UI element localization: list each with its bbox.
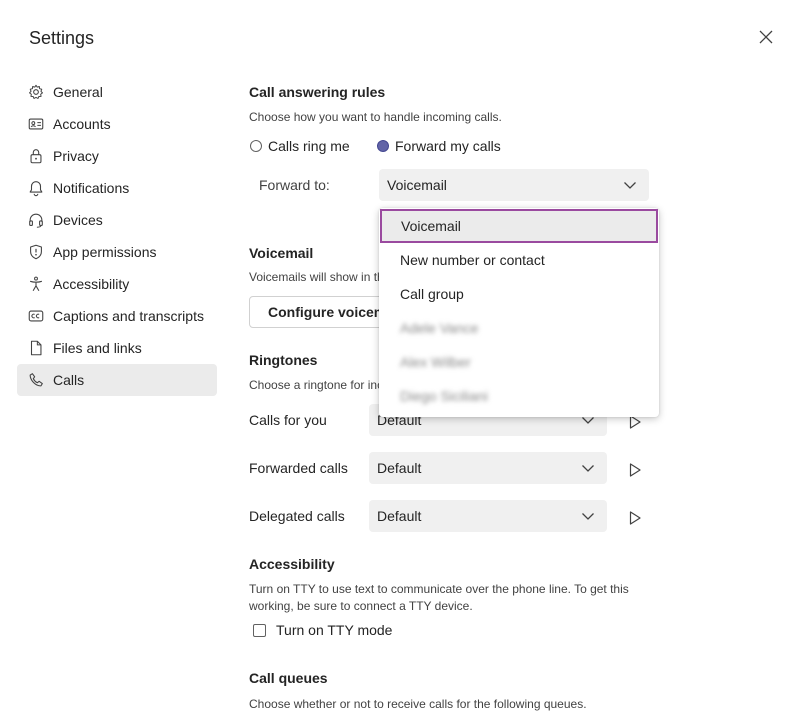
nav-item-files-and-links[interactable]: Files and links	[17, 332, 217, 364]
nav-item-app-permissions[interactable]: App permissions	[17, 236, 217, 268]
nav-item-calls[interactable]: Calls	[17, 364, 217, 396]
nav-label: Files and links	[53, 340, 142, 356]
call-queues-description: Choose whether or not to receive calls f…	[249, 697, 587, 711]
accessibility-description-line1: Turn on TTY to use text to communicate o…	[249, 582, 629, 596]
headset-icon	[29, 213, 43, 228]
forward-to-select[interactable]: Voicemail	[379, 169, 649, 201]
settings-nav: General Accounts Privacy Notifications D…	[17, 76, 217, 396]
nav-item-notifications[interactable]: Notifications	[17, 172, 217, 204]
voicemail-heading: Voicemail	[249, 245, 314, 261]
accessibility-icon	[29, 276, 43, 292]
id-card-icon	[28, 118, 44, 130]
ringtone-select-delegated-calls[interactable]: Default	[369, 500, 607, 532]
ringtone-value: Default	[377, 508, 422, 524]
ringtone-label-calls-for-you: Calls for you	[249, 412, 327, 428]
ringtones-description: Choose a ringtone for inc	[249, 378, 384, 392]
gear-icon	[29, 84, 43, 99]
radio-calls-ring-me[interactable]: Calls ring me	[250, 138, 350, 154]
checkbox-box	[253, 623, 266, 637]
nav-label: General	[53, 84, 103, 100]
file-icon	[30, 340, 42, 356]
option-label: Voicemail	[401, 218, 461, 234]
nav-item-captions[interactable]: Captions and transcripts	[17, 300, 217, 332]
lock-icon	[30, 149, 42, 164]
nav-label: Calls	[53, 372, 85, 388]
radio-forward-my-calls[interactable]: Forward my calls	[377, 138, 501, 154]
chevron-down-icon	[582, 465, 594, 472]
nav-label: Accessibility	[53, 276, 130, 292]
forward-to-label: Forward to:	[259, 177, 330, 193]
ringtone-label-delegated-calls: Delegated calls	[249, 508, 345, 524]
radio-label: Calls ring me	[268, 138, 350, 154]
tty-mode-checkbox[interactable]: Turn on TTY mode	[253, 622, 392, 638]
forward-to-value: Voicemail	[387, 177, 447, 193]
nav-label: Devices	[53, 212, 103, 228]
nav-label: Captions and transcripts	[53, 308, 204, 324]
nav-item-accounts[interactable]: Accounts	[17, 108, 217, 140]
forward-to-dropdown-menu: Voicemail New number or contact Call gro…	[379, 208, 659, 417]
play-icon[interactable]	[627, 462, 643, 478]
ringtone-select-forwarded-calls[interactable]: Default	[369, 452, 607, 484]
checkbox-label: Turn on TTY mode	[276, 622, 393, 638]
bell-icon	[29, 181, 43, 197]
nav-label: App permissions	[53, 244, 157, 260]
nav-item-devices[interactable]: Devices	[17, 204, 217, 236]
dropdown-option-contact[interactable]: Diego Siciliani	[379, 379, 659, 413]
chevron-down-icon	[624, 182, 636, 189]
nav-label: Privacy	[53, 148, 99, 164]
option-label: Call group	[400, 286, 464, 302]
call-answering-description: Choose how you want to handle incoming c…	[249, 110, 502, 124]
accessibility-description-line2: working, be sure to connect a TTY device…	[249, 599, 473, 613]
cc-icon	[28, 310, 44, 322]
radio-circle	[250, 140, 262, 152]
dropdown-option-new-number[interactable]: New number or contact	[379, 243, 659, 277]
option-label: New number or contact	[400, 252, 545, 268]
play-icon[interactable]	[627, 510, 643, 526]
dropdown-option-voicemail[interactable]: Voicemail	[380, 209, 658, 243]
dropdown-option-contact[interactable]: Adele Vance	[379, 311, 659, 345]
option-label-blurred: Alex Wilber	[400, 354, 471, 370]
nav-item-general[interactable]: General	[17, 76, 217, 108]
option-label-blurred: Diego Siciliani	[400, 388, 488, 404]
ringtone-value: Default	[377, 460, 422, 476]
ringtones-heading: Ringtones	[249, 352, 318, 368]
nav-item-privacy[interactable]: Privacy	[17, 140, 217, 172]
radio-label: Forward my calls	[395, 138, 501, 154]
nav-label: Accounts	[53, 116, 111, 132]
call-answering-heading: Call answering rules	[249, 84, 386, 100]
dropdown-option-contact[interactable]: Alex Wilber	[379, 345, 659, 379]
voicemail-description: Voicemails will show in th	[249, 270, 384, 284]
ringtone-label-forwarded-calls: Forwarded calls	[249, 460, 348, 476]
chevron-down-icon	[582, 513, 594, 520]
option-label-blurred: Adele Vance	[400, 320, 479, 336]
close-icon[interactable]	[756, 27, 776, 47]
call-queues-heading: Call queues	[249, 670, 328, 686]
dropdown-option-call-group[interactable]: Call group	[379, 277, 659, 311]
phone-icon	[29, 373, 43, 387]
page-title: Settings	[29, 28, 95, 48]
accessibility-heading: Accessibility	[249, 556, 335, 572]
configure-voicemail-button[interactable]: Configure voicem	[249, 296, 389, 328]
shield-icon	[30, 244, 42, 260]
nav-label: Notifications	[53, 180, 130, 196]
radio-circle-selected	[377, 140, 389, 152]
nav-item-accessibility[interactable]: Accessibility	[17, 268, 217, 300]
